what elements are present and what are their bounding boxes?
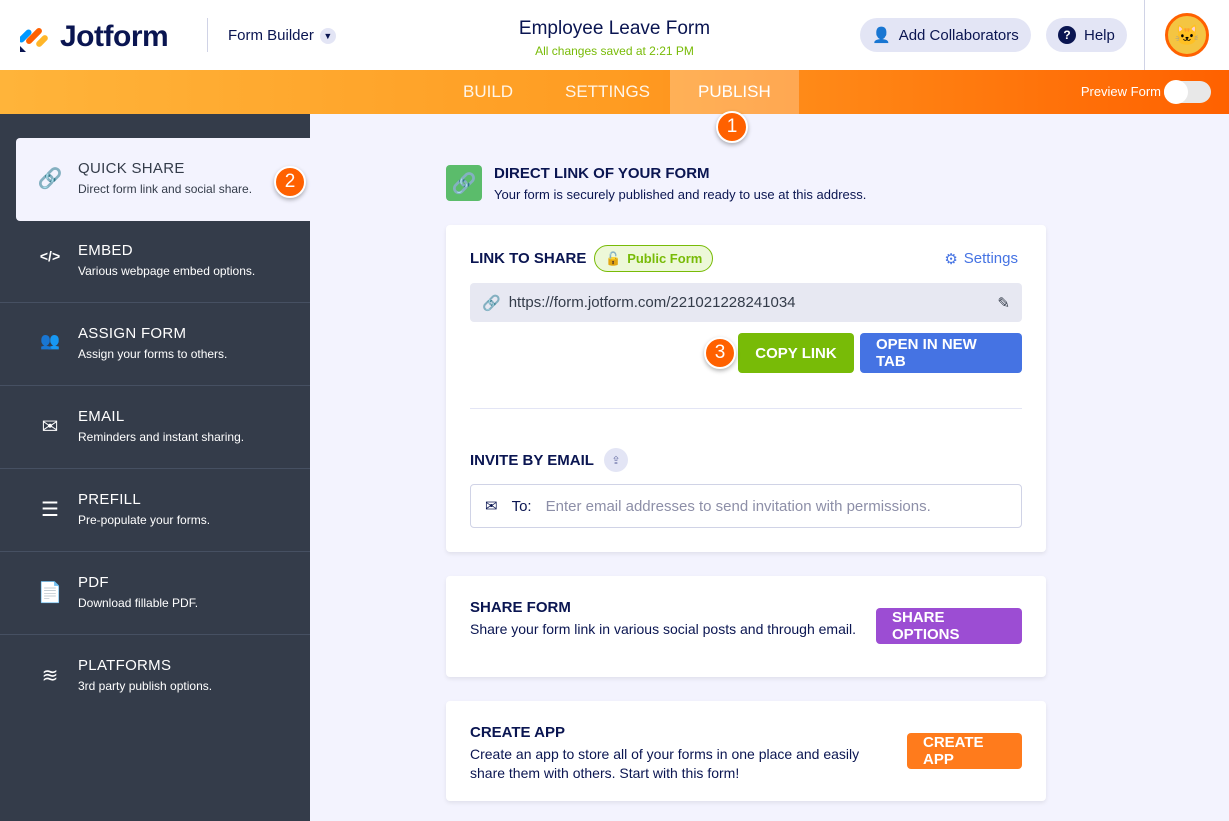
email-placeholder: Enter email addresses to send invitation… — [545, 497, 931, 515]
avatar[interactable]: 🐱 — [1165, 13, 1209, 57]
add-collaborators-label: Add Collaborators — [898, 26, 1019, 44]
callout-badge-3: 3 — [704, 337, 736, 369]
layers-icon: ≋ — [41, 665, 59, 687]
direct-link-title: DIRECT LINK OF YOUR FORM — [494, 165, 710, 182]
pdf-icon: 📄 — [37, 582, 63, 604]
to-label: To: — [511, 497, 532, 515]
email-invite-input[interactable]: ✉ To: Enter email addresses to send invita… — [470, 484, 1022, 528]
sidebar-item-assign-form[interactable]: 👥 ASSIGN FORM Assign your forms to others. — [0, 303, 310, 386]
sidebar: 🔗 QUICK SHARE Direct form link and social … — [0, 114, 310, 821]
sidebar-item-label: EMAIL — [78, 408, 125, 425]
sidebar-item-sub: 3rd party publish options. — [78, 679, 213, 693]
sidebar-item-embed[interactable]: </> EMBED Various webpage embed options. — [0, 220, 310, 303]
share-form-card: SHARE FORM Share your form link in vario… — [446, 576, 1046, 677]
users-icon: 👥 — [40, 333, 60, 350]
preview-form-toggle[interactable] — [1164, 80, 1211, 104]
link-icon: 🔗 — [446, 165, 482, 201]
sidebar-item-label: QUICK SHARE — [78, 160, 185, 177]
sidebar-item-sub: Various webpage embed options. — [78, 264, 256, 278]
share-options-button[interactable]: SHARE OPTIONS — [876, 608, 1022, 644]
create-app-card: CREATE APP Create an app to store all of… — [446, 701, 1046, 801]
add-collaborators-button[interactable]: 👤 Add Collaborators — [860, 18, 1031, 52]
sidebar-item-prefill[interactable]: ☰ PREFILL Pre-populate your forms. — [0, 469, 310, 552]
top-bar: Jotform Form Builder ▼ Employee Leave For… — [0, 0, 1229, 70]
save-status: All changes saved at 2:21 PM — [535, 44, 694, 58]
callout-badge-1: 1 — [716, 111, 748, 143]
copy-link-button[interactable]: COPY LINK — [738, 333, 854, 373]
lock-icon: 🔓 — [605, 250, 622, 266]
link-icon: 🔗 — [482, 294, 501, 312]
sidebar-item-quick-share[interactable]: 🔗 QUICK SHARE Direct form link and social … — [16, 138, 310, 221]
tab-settings[interactable]: SETTINGS — [565, 70, 650, 114]
callout-badge-2: 2 — [274, 166, 306, 198]
prefill-icon: ☰ — [41, 499, 59, 521]
link-to-share-heading: LINK TO SHARE — [470, 250, 587, 267]
divider — [470, 408, 1022, 409]
settings-label: Settings — [963, 250, 1018, 267]
sidebar-item-label: PLATFORMS — [78, 657, 172, 674]
help-button[interactable]: ? Help — [1046, 18, 1127, 52]
pencil-icon[interactable]: ✎ — [997, 294, 1010, 312]
divider — [1144, 0, 1145, 70]
sidebar-item-sub: Reminders and instant sharing. — [78, 430, 245, 444]
settings-link[interactable]: ⚙ Settings — [944, 250, 1018, 268]
sidebar-item-sub: Direct form link and social share. — [78, 182, 253, 196]
help-label: Help — [1084, 26, 1115, 44]
open-in-new-tab-button[interactable]: OPEN IN NEW TAB — [860, 333, 1022, 373]
sidebar-item-label: PREFILL — [78, 491, 141, 508]
link-share-card: LINK TO SHARE 🔓 Public Form ⚙ Settings 🔗 ht… — [446, 225, 1046, 552]
sidebar-item-label: ASSIGN FORM — [78, 325, 187, 342]
sidebar-item-label: PDF — [78, 574, 109, 591]
envelope-icon: ✉ — [41, 416, 59, 438]
share-form-description: Share your form link in various social p… — [470, 621, 856, 637]
create-app-button[interactable]: CREATE APP — [907, 733, 1022, 769]
code-icon: </> — [39, 248, 61, 264]
public-form-label: Public Form — [627, 251, 703, 266]
user-icon: 👤 — [872, 27, 891, 44]
sidebar-item-label: EMBED — [78, 242, 133, 259]
create-app-heading: CREATE APP — [470, 724, 566, 741]
invite-by-email-heading: INVITE BY EMAIL — [470, 452, 594, 469]
create-app-description: Create an app to store all of your forms… — [470, 746, 860, 781]
direct-link-subtitle: Your form is securely published and read… — [494, 187, 867, 202]
form-url-field[interactable]: 🔗 https://form.jotform.com/22102122824103… — [470, 283, 1022, 322]
preview-form-label: Preview Form — [1080, 84, 1161, 99]
main-nav: BUILD SETTINGS PUBLISH Preview Form — [0, 70, 1229, 114]
tab-build[interactable]: BUILD — [463, 70, 513, 114]
form-title[interactable]: Employee Leave Form — [0, 18, 1229, 40]
share-form-heading: SHARE FORM — [470, 599, 571, 616]
gear-icon: ⚙ — [944, 251, 958, 268]
sidebar-item-platforms[interactable]: ≋ PLATFORMS 3rd party publish options. — [0, 635, 310, 718]
public-form-badge[interactable]: 🔓 Public Form — [594, 245, 714, 272]
sidebar-item-sub: Download fillable PDF. — [78, 596, 199, 610]
sidebar-item-email[interactable]: ✉ EMAIL Reminders and instant sharing. — [0, 386, 310, 469]
sidebar-item-sub: Assign your forms to others. — [78, 347, 228, 361]
question-icon: ? — [1058, 26, 1076, 44]
tab-publish[interactable]: PUBLISH — [670, 70, 799, 114]
upload-icon[interactable]: ⇪ — [604, 448, 628, 472]
envelope-icon: ✉ — [485, 498, 498, 515]
sidebar-item-sub: Pre-populate your forms. — [78, 513, 211, 527]
form-url: https://form.jotform.com/221021228241034 — [508, 294, 796, 311]
link-icon: 🔗 — [37, 168, 63, 190]
sidebar-item-pdf[interactable]: 📄 PDF Download fillable PDF. — [0, 552, 310, 635]
